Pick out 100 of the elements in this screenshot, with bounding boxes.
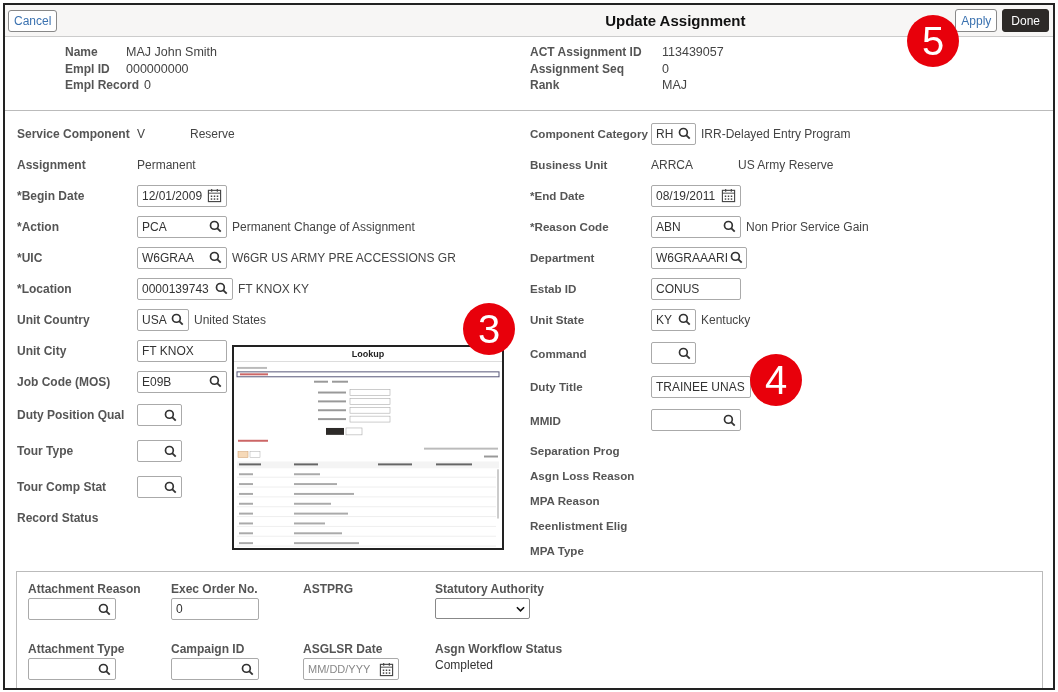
field-label: Department [530, 251, 596, 264]
field-label: Empl Record [65, 78, 139, 92]
search-icon[interactable] [209, 251, 222, 264]
lookup-field[interactable] [137, 440, 182, 462]
search-icon[interactable] [209, 375, 222, 388]
search-icon[interactable] [164, 408, 177, 422]
field-label: Attachment Type [28, 642, 125, 658]
field-value: ARRCA [651, 157, 693, 172]
search-icon[interactable] [678, 127, 691, 140]
search-icon[interactable] [730, 251, 743, 264]
field-label: Statutory Authority [435, 582, 544, 598]
text-field[interactable]: CONUS [651, 277, 741, 300]
lookup-field[interactable] [28, 598, 116, 620]
lookup-field[interactable]: USA [137, 308, 189, 331]
search-icon[interactable] [241, 662, 254, 676]
search-icon[interactable] [171, 313, 184, 326]
apply-button[interactable]: Apply [955, 9, 998, 32]
field-label: Attachment Reason [28, 582, 141, 598]
field-label: *Location [17, 281, 73, 296]
lookup-field[interactable]: W6GRAAARI [651, 246, 747, 269]
page-title: Update Assignment [605, 12, 746, 29]
field-label: Tour Comp Stat [17, 480, 108, 494]
search-icon[interactable] [164, 444, 177, 458]
search-icon[interactable] [164, 480, 177, 494]
search-icon[interactable] [98, 602, 111, 616]
field-value: V [137, 126, 145, 141]
field-label: *Begin Date [17, 188, 86, 203]
field-label: Tour Type [17, 444, 75, 458]
field-label: ASGLSR Date [303, 642, 383, 658]
field-value: MAJ [662, 78, 687, 92]
field-label: Assignment Seq [530, 61, 626, 76]
field-label: Unit Country [17, 312, 91, 327]
field-value: Permanent [137, 157, 196, 172]
field-value: 113439057 [662, 45, 724, 59]
step-number-badge: 4 [750, 354, 802, 406]
field-description: W6GR US ARMY PRE ACCESSIONS GR [232, 250, 456, 265]
lookup-field[interactable]: RH [651, 122, 696, 145]
field-label: ASTPRG [303, 582, 353, 598]
search-icon[interactable] [209, 220, 222, 233]
field-description: IRR-Delayed Entry Program [701, 126, 851, 141]
search-icon[interactable] [723, 220, 736, 233]
search-icon[interactable] [678, 313, 691, 326]
field-label: Business Unit [530, 158, 609, 171]
cancel-button[interactable]: Cancel [8, 9, 58, 32]
calendar-icon[interactable] [207, 188, 222, 203]
field-value: 0 [662, 61, 669, 76]
field-label: Component Category [530, 127, 649, 140]
calendar-icon[interactable] [379, 661, 394, 677]
search-icon[interactable] [723, 413, 736, 427]
lookup-field[interactable]: 0000139743 [137, 277, 233, 300]
field-label: Reenlistment Elig [530, 519, 629, 532]
lookup-field[interactable] [137, 476, 182, 498]
field-label: Duty Title [530, 380, 584, 393]
date-field[interactable]: 08/19/2011 [651, 184, 741, 207]
field-value: Completed [435, 658, 494, 672]
calendar-icon[interactable] [721, 188, 736, 203]
done-button[interactable]: Done [1002, 9, 1049, 32]
field-label: *End Date [530, 189, 586, 202]
lookup-field[interactable] [137, 404, 182, 426]
field-value: MAJ John Smith [126, 45, 217, 59]
lookup-field[interactable] [28, 658, 116, 680]
lookup-field[interactable]: W6GRAA [137, 246, 227, 269]
field-label: Campaign ID [171, 642, 245, 658]
field-label: ACT Assignment ID [530, 45, 643, 59]
date-field[interactable]: 12/01/2009 [137, 184, 227, 207]
text-field[interactable]: FT KNOX [137, 339, 227, 362]
lookup-field[interactable]: KY [651, 308, 696, 331]
step-number-badge: 5 [907, 15, 959, 67]
field-description: FT KNOX KY [238, 281, 310, 296]
field-label: Record Status [17, 510, 100, 525]
field-label: Rank [530, 78, 561, 92]
dropdown[interactable] [435, 598, 530, 619]
search-icon[interactable] [98, 662, 111, 676]
text-field[interactable]: 0 [171, 598, 259, 620]
field-label: MPA Type [530, 544, 585, 557]
lookup-field[interactable]: PCA [137, 215, 227, 238]
field-label: Estab ID [530, 282, 578, 295]
field-description: Reserve [190, 126, 235, 141]
chevron-down-icon [516, 604, 525, 613]
field-description: Non Prior Service Gain [746, 219, 869, 234]
text-field[interactable]: TRAINEE UNAS [651, 375, 751, 398]
field-description: Permanent Change of Assignment [232, 219, 415, 234]
date-field[interactable]: MM/DD/YYY [303, 658, 399, 680]
field-label: Unit State [530, 313, 586, 326]
lookup-field[interactable] [651, 409, 741, 431]
field-label: Separation Prog [530, 444, 621, 457]
lookup-field[interactable] [651, 342, 696, 364]
lookup-field[interactable] [171, 658, 259, 680]
field-label: Unit City [17, 343, 68, 358]
field-label: Asgn Loss Reason [530, 469, 636, 482]
search-icon[interactable] [678, 346, 691, 360]
field-description: Kentucky [701, 312, 751, 327]
lookup-field[interactable]: E09B [137, 370, 227, 393]
search-icon[interactable] [215, 282, 228, 295]
field-value: 000000000 [126, 61, 189, 76]
lookup-field[interactable]: ABN [651, 215, 741, 238]
field-label: *Action [17, 219, 60, 234]
field-label: *UIC [17, 250, 44, 265]
field-label: Job Code (MOS) [17, 374, 112, 389]
field-description: US Army Reserve [738, 157, 834, 172]
